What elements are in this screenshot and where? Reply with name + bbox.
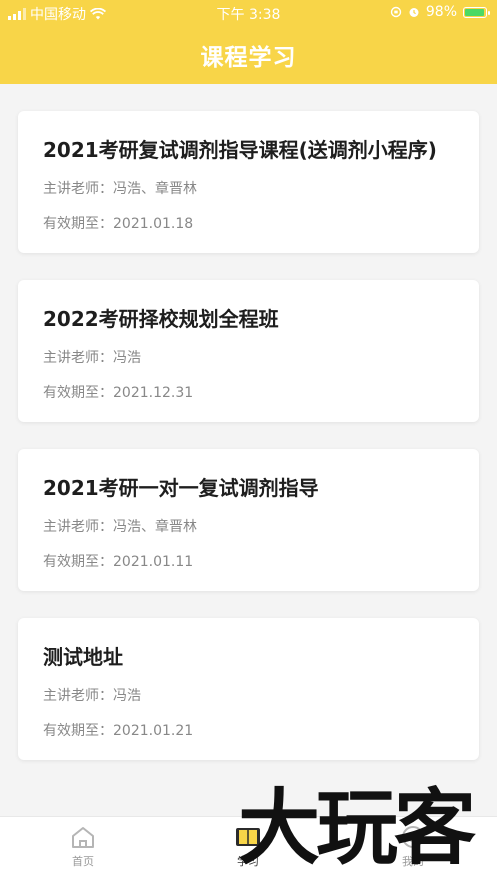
home-icon — [72, 827, 94, 848]
course-expiry: 有效期至：2021.01.21 — [43, 723, 194, 739]
course-teacher: 主讲老师：冯浩、章晋林 — [43, 519, 197, 535]
status-bar: 中国移动 下午 3:38 98% — [0, 0, 497, 26]
watermark: 大玩客 — [238, 780, 476, 876]
course-card[interactable]: 2021考研一对一复试调剂指导 主讲老师：冯浩、章晋林 有效期至：2021.01… — [18, 449, 479, 591]
orientation-lock-icon — [390, 6, 402, 18]
course-title: 2022考研择校规划全程班 — [43, 307, 279, 331]
course-card[interactable]: 测试地址 主讲老师：冯浩 有效期至：2021.01.21 — [18, 618, 479, 760]
course-list: 2021考研复试调剂指导课程(送调剂小程序) 主讲老师：冯浩、章晋林 有效期至：… — [18, 111, 479, 787]
course-title: 2021考研复试调剂指导课程(送调剂小程序) — [43, 138, 437, 162]
app-screen: 中国移动 下午 3:38 98% 课程学习 2021考研复试调剂指导课程(送调剂… — [0, 0, 497, 883]
header-bar: 中国移动 下午 3:38 98% 课程学习 — [0, 0, 497, 84]
course-expiry: 有效期至：2021.01.18 — [43, 216, 194, 232]
alarm-icon — [409, 8, 419, 17]
battery-percent: 98% — [425, 4, 457, 20]
course-teacher: 主讲老师：冯浩 — [43, 688, 141, 704]
course-expiry: 有效期至：2021.12.31 — [43, 385, 194, 401]
course-card[interactable]: 2021考研复试调剂指导课程(送调剂小程序) 主讲老师：冯浩、章晋林 有效期至：… — [18, 111, 479, 253]
course-teacher: 主讲老师：冯浩、章晋林 — [43, 181, 197, 197]
course-expiry: 有效期至：2021.01.11 — [43, 554, 194, 570]
course-title: 测试地址 — [43, 645, 123, 669]
course-title: 2021考研一对一复试调剂指导 — [43, 476, 319, 500]
course-teacher: 主讲老师：冯浩 — [43, 350, 141, 366]
course-card[interactable]: 2022考研择校规划全程班 主讲老师：冯浩 有效期至：2021.12.31 — [18, 280, 479, 422]
tab-home[interactable]: 首页 — [43, 825, 123, 869]
page-title: 课程学习 — [200, 45, 297, 71]
clock-label: 下午 3:38 — [216, 7, 281, 23]
battery-icon — [463, 6, 490, 18]
tab-home-label: 首页 — [72, 855, 94, 868]
